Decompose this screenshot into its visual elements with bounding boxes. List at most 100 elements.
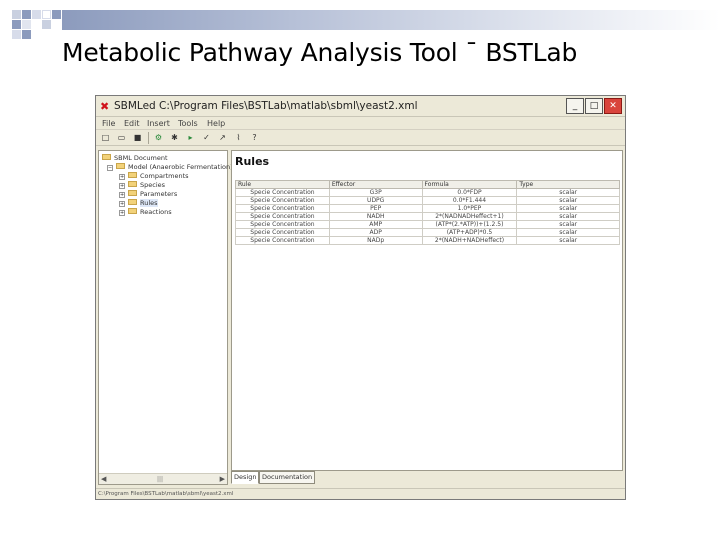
- minimize-button[interactable]: _: [566, 98, 584, 114]
- table-row[interactable]: Specie Concentration ADP (ATP+ADP)*0.5 s…: [235, 228, 620, 237]
- table-row[interactable]: Specie Concentration PEP 1.0*PEP scalar: [235, 204, 620, 213]
- window-titlebar[interactable]: ✖ SBMLed C:\Program Files\BSTLab\matlab\…: [96, 96, 625, 117]
- table-cell[interactable]: Specie Concentration: [235, 204, 330, 213]
- deco-square: [32, 10, 41, 19]
- tree-item-reactions[interactable]: + Reactions: [119, 208, 172, 217]
- menu-insert[interactable]: Insert: [147, 119, 170, 128]
- table-row[interactable]: Specie Concentration NADp 2*(NADH+NADHef…: [235, 236, 620, 245]
- tree-item-compartments[interactable]: + Compartments: [119, 172, 189, 181]
- export-icon[interactable]: ↗: [217, 132, 228, 143]
- tree-item-label: Species: [140, 181, 166, 189]
- new-file-icon[interactable]: □: [100, 132, 111, 143]
- rules-table: Rule Effector Formula Type Specie Concen…: [235, 180, 620, 245]
- tab-documentation[interactable]: Documentation: [259, 471, 316, 484]
- table-cell[interactable]: AMP: [328, 220, 423, 229]
- table-cell[interactable]: scalar: [516, 188, 620, 197]
- maximize-button[interactable]: □: [585, 98, 603, 114]
- graph-icon[interactable]: ⌇: [233, 132, 244, 143]
- scroll-right-icon[interactable]: ▶: [220, 475, 225, 483]
- collapse-icon[interactable]: −: [107, 165, 113, 171]
- column-header[interactable]: Rule: [235, 180, 330, 189]
- toolbar-separator: [148, 132, 149, 144]
- table-cell[interactable]: scalar: [516, 204, 620, 213]
- table-cell[interactable]: Specie Concentration: [235, 228, 330, 237]
- menu-file[interactable]: File: [102, 119, 115, 128]
- table-cell[interactable]: 2*(NADNADHeffect+1): [421, 212, 518, 221]
- run-icon[interactable]: ✱: [169, 132, 180, 143]
- deco-square: [52, 10, 61, 19]
- table-cell[interactable]: (ATP*(2.*ATP))+(1.2.5): [421, 220, 518, 229]
- table-cell[interactable]: G3P: [328, 188, 423, 197]
- tree-item-label: Rules: [140, 199, 158, 207]
- table-cell[interactable]: Specie Concentration: [235, 212, 330, 221]
- table-row[interactable]: Specie Concentration NADH 2*(NADNADHeffe…: [235, 212, 620, 221]
- table-cell[interactable]: NADp: [328, 236, 423, 245]
- table-cell[interactable]: Specie Concentration: [235, 196, 330, 205]
- expand-icon[interactable]: +: [119, 183, 125, 189]
- menu-help[interactable]: Help: [207, 119, 225, 128]
- tree-item-species[interactable]: + Species: [119, 181, 165, 190]
- table-cell[interactable]: UDPG: [328, 196, 423, 205]
- tree-root[interactable]: SBML Document: [102, 154, 168, 163]
- table-cell[interactable]: NADH: [328, 212, 423, 221]
- menu-tools[interactable]: Tools: [178, 119, 198, 128]
- tree-model[interactable]: − Model (Anaerobic Fermentation): [107, 163, 233, 172]
- folder-icon: [128, 190, 137, 196]
- table-cell[interactable]: Specie Concentration: [235, 220, 330, 229]
- folder-icon: [128, 208, 137, 214]
- table-cell[interactable]: scalar: [516, 196, 620, 205]
- deco-square: [12, 10, 21, 19]
- table-cell[interactable]: 0.0*FDP: [421, 188, 518, 197]
- table-cell[interactable]: (ATP+ADP)*0.5: [421, 228, 518, 237]
- tab-design[interactable]: Design: [231, 471, 260, 484]
- table-cell[interactable]: scalar: [516, 212, 620, 221]
- tree-item-label: Parameters: [140, 190, 178, 198]
- validate-icon[interactable]: ✓: [201, 132, 212, 143]
- tree-item-rules[interactable]: + Rules: [119, 199, 158, 208]
- expand-icon[interactable]: +: [119, 210, 125, 216]
- table-cell[interactable]: 2*(NADH+NADHeffect): [421, 236, 518, 245]
- deco-square: [42, 20, 51, 29]
- tree-item-parameters[interactable]: + Parameters: [119, 190, 177, 199]
- table-cell[interactable]: scalar: [516, 220, 620, 229]
- folder-icon: [128, 199, 137, 205]
- table-cell[interactable]: 1.0*PEP: [421, 204, 518, 213]
- table-cell[interactable]: scalar: [516, 236, 620, 245]
- menu-bar: File Edit Insert Tools Help: [96, 117, 625, 130]
- slide-title: Metabolic Pathway Analysis Tool ¯ BSTLab: [62, 38, 578, 67]
- table-cell[interactable]: PEP: [328, 204, 423, 213]
- tree-root-label: SBML Document: [114, 154, 168, 162]
- help-icon[interactable]: ?: [249, 132, 260, 143]
- deco-square: [42, 10, 51, 19]
- table-row[interactable]: Specie Concentration AMP (ATP*(2.*ATP))+…: [235, 220, 620, 229]
- table-row[interactable]: Specie Concentration G3P 0.0*FDP scalar: [235, 188, 620, 197]
- folder-icon: [116, 163, 125, 169]
- column-header[interactable]: Effector: [328, 180, 423, 189]
- tree-horizontal-scrollbar[interactable]: ◀ ||| ▶: [99, 473, 227, 484]
- simulate-icon[interactable]: ⚙: [153, 132, 164, 143]
- table-cell[interactable]: Specie Concentration: [235, 188, 330, 197]
- column-header[interactable]: Type: [516, 180, 620, 189]
- column-header[interactable]: Formula: [421, 180, 518, 189]
- scroll-thumb[interactable]: |||: [157, 476, 163, 483]
- parameter-icon[interactable]: ▸: [185, 132, 196, 143]
- status-bar: C:\Program Files\BSTLab\matlab\sbml\yeas…: [96, 488, 625, 499]
- table-cell[interactable]: scalar: [516, 228, 620, 237]
- expand-icon[interactable]: +: [119, 174, 125, 180]
- scroll-left-icon[interactable]: ◀: [101, 475, 106, 483]
- open-folder-icon[interactable]: ▭: [116, 132, 127, 143]
- save-icon[interactable]: ■: [132, 132, 143, 143]
- close-button[interactable]: ✕: [604, 98, 622, 114]
- expand-icon[interactable]: +: [119, 201, 125, 207]
- panel-heading: Rules: [235, 155, 270, 168]
- expand-icon[interactable]: +: [119, 192, 125, 198]
- folder-icon: [128, 181, 137, 187]
- folder-icon: [128, 172, 137, 178]
- table-cell[interactable]: ADP: [328, 228, 423, 237]
- menu-edit[interactable]: Edit: [124, 119, 140, 128]
- tree-item-label: Reactions: [140, 208, 172, 216]
- table-row[interactable]: Specie Concentration UDPG 0.0*F1.444 sca…: [235, 196, 620, 205]
- table-cell[interactable]: 0.0*F1.444: [421, 196, 518, 205]
- deco-square: [22, 10, 31, 19]
- table-cell[interactable]: Specie Concentration: [235, 236, 330, 245]
